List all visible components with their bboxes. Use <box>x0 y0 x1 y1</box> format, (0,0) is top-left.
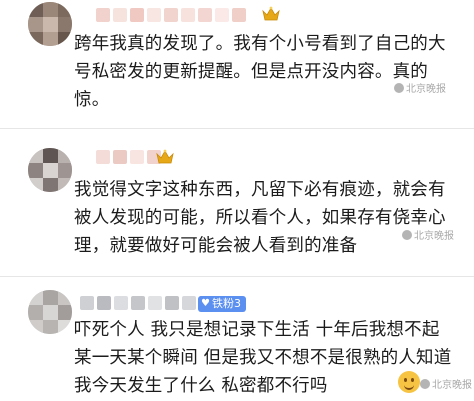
watermark: 北京晚报 <box>394 80 446 95</box>
comment-text: 吓死个人 我只是想记录下生活 十年后我想不起某一天某个瞬间 但是我又不想不是很熟… <box>74 320 452 396</box>
avatar[interactable] <box>28 148 72 192</box>
crown-icon <box>262 6 280 21</box>
watermark: 北京晚报 <box>420 376 472 391</box>
comment-text: 跨年我真的发现了。我有个小号看到了自己的大号私密发的更新提醒。但是点开没内容。真… <box>74 34 446 110</box>
comment-text: 我觉得文字这种东西，凡留下必有痕迹，就会有被人发现的可能，所以看个人，如果存有侥… <box>74 180 446 256</box>
username-blurred[interactable] <box>96 6 246 24</box>
watermark-logo-icon <box>394 82 404 93</box>
laughing-emoji-icon <box>398 371 420 393</box>
crown-icon <box>156 149 174 164</box>
heart-icon: ♥ <box>201 298 210 309</box>
username-blurred[interactable] <box>80 294 213 312</box>
username-blurred[interactable] <box>96 148 161 166</box>
watermark: 北京晚报 <box>402 227 454 242</box>
fan-level-badge: ♥ 铁粉3 <box>198 296 246 312</box>
watermark-logo-icon <box>402 229 412 240</box>
avatar[interactable] <box>28 290 72 334</box>
comment-item-1[interactable]: 跨年我真的发现了。我有个小号看到了自己的大号私密发的更新提醒。但是点开没内容。真… <box>0 0 474 128</box>
watermark-logo-icon <box>420 378 430 389</box>
avatar[interactable] <box>28 2 72 46</box>
